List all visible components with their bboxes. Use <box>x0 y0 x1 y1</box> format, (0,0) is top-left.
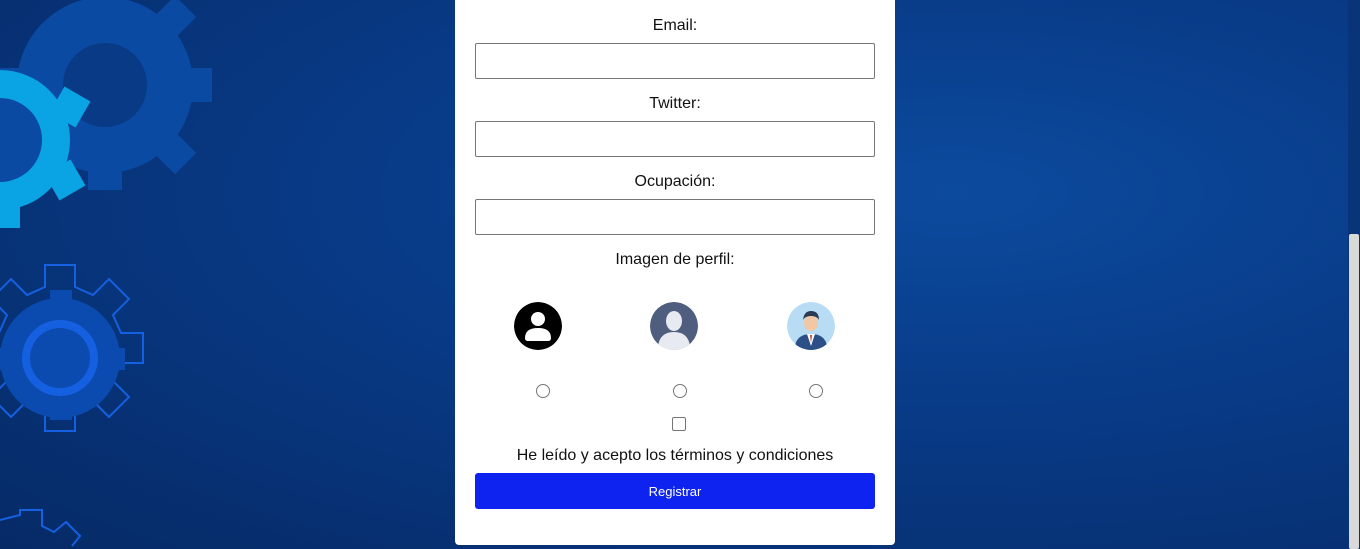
terms-checkbox[interactable] <box>672 417 686 431</box>
scrollbar-track[interactable] <box>1348 0 1360 549</box>
person-silhouette-black-icon[interactable] <box>514 302 562 350</box>
gear-inner-icon <box>0 290 125 420</box>
avatar-1-radio[interactable] <box>536 384 550 398</box>
twitter-label: Twitter: <box>649 95 701 112</box>
avatar-2-radio[interactable] <box>673 384 687 398</box>
registration-form: Email: Twitter: Ocupación: Imagen de per… <box>455 0 895 545</box>
person-silhouette-gray-icon[interactable] <box>650 302 698 350</box>
scrollbar-thumb[interactable] <box>1349 234 1359 549</box>
avatar-3-radio[interactable] <box>809 384 823 398</box>
businessman-avatar-icon[interactable] <box>787 302 835 350</box>
email-field[interactable] <box>475 43 875 79</box>
twitter-field[interactable] <box>475 121 875 157</box>
register-button[interactable]: Registrar <box>475 473 875 509</box>
occupation-label: Ocupación: <box>634 173 716 190</box>
occupation-field[interactable] <box>475 199 875 235</box>
email-label: Email: <box>652 17 698 34</box>
terms-label: He leído y acepto los términos y condici… <box>516 447 834 464</box>
gears-decoration <box>0 0 212 547</box>
profile-image-label: Imagen de perfil: <box>615 251 735 268</box>
gear-bottom-icon <box>0 509 82 547</box>
